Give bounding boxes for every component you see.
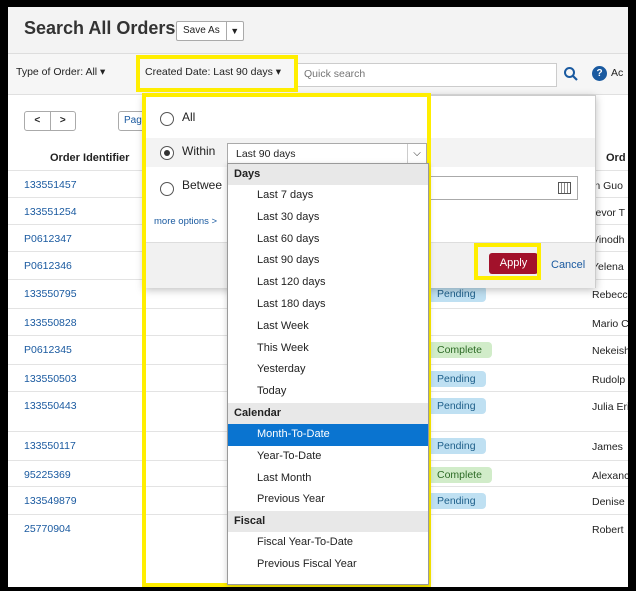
prev-page-button[interactable]: < xyxy=(25,112,51,130)
highlight-box-created-date xyxy=(136,55,298,92)
search-icon[interactable] xyxy=(563,66,579,82)
order-id-link[interactable]: P0612345 xyxy=(24,344,72,356)
order-id-link[interactable]: 133550117 xyxy=(24,440,76,452)
order-id-link[interactable]: 95225369 xyxy=(24,469,71,481)
order-id-link[interactable]: 133550443 xyxy=(24,400,77,412)
dropdown-option[interactable]: Last 120 days xyxy=(228,272,428,294)
quick-search-input[interactable] xyxy=(298,64,550,84)
dropdown-option[interactable]: Previous Year xyxy=(228,489,428,511)
order-id-link[interactable]: 133550828 xyxy=(24,317,77,329)
order-id-link[interactable]: 133550795 xyxy=(24,288,77,300)
column-header-order[interactable]: Ord xyxy=(606,152,626,164)
dropdown-option[interactable]: Fiscal Year-To-Date xyxy=(228,532,428,554)
dropdown-option[interactable]: Previous Fiscal Year xyxy=(228,554,428,576)
dropdown-option[interactable]: Last 30 days xyxy=(228,207,428,229)
status-badge: Pending xyxy=(427,398,486,414)
dropdown-option[interactable]: Last 90 days xyxy=(228,250,428,272)
highlight-box-apply xyxy=(474,243,541,280)
date-range-dropdown: Days Last 7 days Last 30 days Last 60 days L… xyxy=(227,163,429,585)
dropdown-group-header: Calendar xyxy=(228,402,428,424)
column-header-order-identifier[interactable]: Order Identifier xyxy=(50,152,129,164)
dropdown-option[interactable]: Year-To-Date xyxy=(228,446,428,468)
order-id-link[interactable]: P0612347 xyxy=(24,233,72,245)
dropdown-group-header: Days xyxy=(228,164,428,185)
customer-name: Rebecc xyxy=(592,289,628,301)
status-badge: Pending xyxy=(427,493,486,509)
quick-search-field[interactable] xyxy=(297,63,557,87)
dropdown-option[interactable]: This Week xyxy=(228,338,428,360)
order-id-link[interactable]: 133551457 xyxy=(24,179,77,191)
dropdown-option[interactable]: Yesterday xyxy=(228,359,428,381)
order-id-link[interactable]: P0612346 xyxy=(24,260,72,272)
customer-name: Robert xyxy=(592,524,624,536)
type-of-order-filter[interactable]: Type of Order: All ▾ xyxy=(16,66,105,78)
caret-down-icon: ▾ xyxy=(100,66,106,78)
status-badge: Pending xyxy=(427,371,486,387)
status-badge: Pending xyxy=(427,286,486,302)
dropdown-group-header: Fiscal xyxy=(228,511,428,533)
calendar-icon[interactable] xyxy=(558,182,571,194)
order-id-link[interactable]: 25770904 xyxy=(24,523,71,535)
status-badge: Complete xyxy=(427,467,492,483)
app-frame: Search All Orders Save As ▼ Type of Orde… xyxy=(8,7,628,587)
dropdown-option[interactable]: Last 180 days xyxy=(228,294,428,316)
customer-name: Julia Eri Germai xyxy=(592,401,628,413)
dropdown-option[interactable]: Last Month xyxy=(228,468,428,490)
type-of-order-label: Type of Order: All xyxy=(16,66,98,78)
customer-name: Mario C xyxy=(592,318,628,330)
dropdown-option[interactable]: Month-To-Date xyxy=(228,423,428,446)
cancel-button[interactable]: Cancel xyxy=(551,259,585,271)
chevron-down-icon[interactable]: ▼ xyxy=(227,26,243,36)
customer-name: Denise xyxy=(592,496,625,508)
customer-name: James xyxy=(592,441,623,453)
page-header: Search All Orders Save As ▼ xyxy=(8,7,628,54)
between-date-input[interactable] xyxy=(426,176,578,200)
save-as-button[interactable]: Save As ▼ xyxy=(176,21,244,41)
status-badge: Pending xyxy=(427,438,486,454)
dropdown-option[interactable]: Today xyxy=(228,381,428,403)
customer-name: Nekeish xyxy=(592,345,628,357)
status-badge: Complete xyxy=(427,342,492,358)
dropdown-option[interactable]: Last 7 days xyxy=(228,185,428,207)
help-icon[interactable]: ? xyxy=(592,66,607,81)
order-id-link[interactable]: 133551254 xyxy=(24,206,77,218)
customer-name: Yelena xyxy=(592,261,624,273)
customer-name: in Guo xyxy=(592,180,623,192)
customer-name: Alexanc xyxy=(592,470,628,482)
dropdown-option[interactable]: Last 60 days xyxy=(228,229,428,251)
order-id-link[interactable]: 133549879 xyxy=(24,495,77,507)
filter-bar: Type of Order: All ▾ Created Date: Last … xyxy=(8,54,628,95)
customer-name: revor T xyxy=(592,207,626,219)
next-page-button[interactable]: > xyxy=(51,112,76,130)
pager-arrows: < > xyxy=(24,111,76,131)
save-as-label: Save As xyxy=(177,22,227,40)
dropdown-option[interactable]: Last Week xyxy=(228,316,428,338)
help-label[interactable]: Ac xyxy=(611,67,623,79)
customer-name: Vinodh xyxy=(592,234,625,246)
customer-name: Rudolp xyxy=(592,374,626,386)
order-id-link[interactable]: 133550503 xyxy=(24,373,77,385)
page-title: Search All Orders xyxy=(24,18,176,38)
